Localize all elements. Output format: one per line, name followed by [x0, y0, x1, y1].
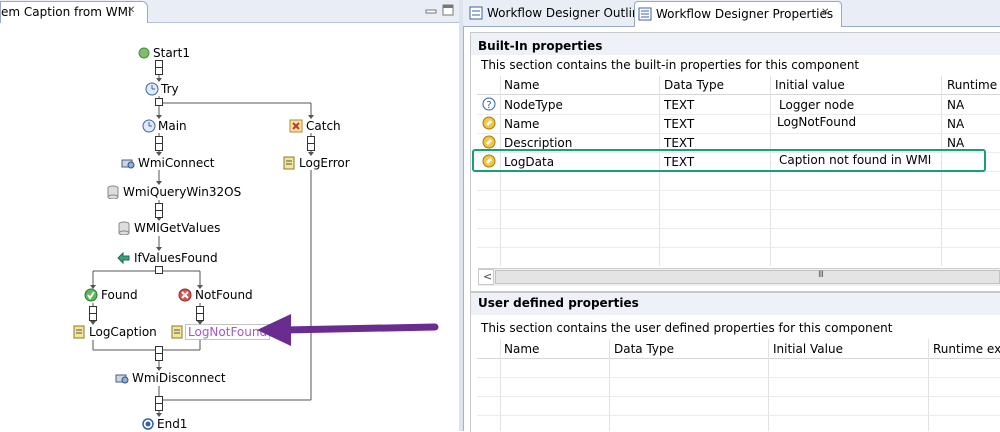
- expand-box[interactable]: [155, 353, 163, 361]
- expand-box[interactable]: [155, 266, 163, 274]
- node-label: LogCaption: [89, 325, 157, 339]
- section-title: User defined properties: [478, 296, 639, 310]
- node-label: Found: [101, 288, 138, 302]
- wmi-disconnect-icon: [115, 374, 129, 384]
- close-icon[interactable]: ✕: [821, 7, 829, 18]
- section-title: Built-In properties: [478, 39, 603, 53]
- table-header: [477, 339, 1000, 359]
- column-header-datatype[interactable]: Data Type: [664, 77, 724, 93]
- row-divider: [477, 247, 1000, 248]
- pane-sash[interactable]: [459, 0, 463, 431]
- node-label: WmiDisconnect: [132, 371, 226, 385]
- expand-box[interactable]: [307, 143, 315, 151]
- node-label: Start1: [153, 46, 190, 60]
- tab-label: Workflow Designer Outline: [487, 6, 647, 20]
- row-divider: [477, 377, 1000, 378]
- edit-property-icon: [482, 116, 496, 130]
- workflow-connectors: [90, 61, 314, 417]
- expand-box[interactable]: [196, 313, 204, 321]
- properties-icon: [638, 7, 652, 21]
- cell-value[interactable]: LogNotFound: [777, 114, 856, 130]
- column-divider: [768, 339, 769, 431]
- end-icon: [142, 418, 154, 430]
- node-label: WmiConnect: [138, 156, 215, 170]
- tab-outline[interactable]: Workflow Designer Outline: [465, 2, 647, 24]
- cell-runtime: NA: [947, 117, 965, 131]
- svg-text:?: ?: [486, 100, 491, 111]
- cell-name: NodeType: [504, 98, 563, 112]
- expand-box[interactable]: [155, 143, 163, 151]
- cell-type: TEXT: [664, 98, 695, 112]
- node-label: NotFound: [195, 288, 253, 302]
- expand-box[interactable]: [155, 403, 163, 411]
- row-divider: [477, 415, 1000, 416]
- expand-box[interactable]: [155, 210, 163, 218]
- database-icon: [107, 185, 119, 199]
- properties-tabbar: Workflow Designer Outline Workflow Desig…: [463, 0, 1000, 27]
- edit-property-icon: [482, 135, 496, 149]
- log-icon: [283, 156, 295, 170]
- chevron-left-icon: <: [483, 270, 493, 283]
- log-icon: [73, 325, 85, 339]
- column-header-name[interactable]: Name: [504, 77, 539, 93]
- section-description: This section contains the user defined p…: [481, 321, 893, 335]
- annotation-arrow-icon: [257, 314, 439, 346]
- error-icon: [178, 288, 192, 302]
- help-icon: ?: [482, 97, 496, 111]
- node-label: IfValuesFound: [134, 251, 218, 265]
- horizontal-scrollbar[interactable]: < III: [478, 268, 1000, 286]
- node-label: WMIGetValues: [134, 221, 221, 235]
- section-description: This section contains the built-in prope…: [481, 58, 860, 72]
- workflow-node-lognotfound[interactable]: LogNotFound: [169, 323, 271, 341]
- row-divider: [477, 190, 1000, 191]
- highlight-box: [472, 149, 986, 172]
- cell-value[interactable]: Logger node: [779, 97, 854, 113]
- node-label: Main: [158, 119, 187, 133]
- node-label: Try: [161, 82, 179, 96]
- workflow-editor: em Caption from WMI ✕ Start1 Try Main Ca…: [0, 0, 460, 431]
- clock-icon: [145, 82, 159, 96]
- scroll-left-button[interactable]: <: [478, 269, 494, 285]
- scroll-thumb[interactable]: III: [495, 270, 1000, 284]
- node-label: LogError: [299, 156, 350, 170]
- column-header-initialvalue[interactable]: Initial Value: [773, 341, 843, 357]
- column-header-runtime[interactable]: Runtime expr: [933, 341, 1000, 357]
- row-divider: [477, 396, 1000, 397]
- check-icon: [84, 288, 98, 302]
- cell-name: Name: [504, 117, 540, 131]
- column-header-datatype[interactable]: Data Type: [614, 341, 674, 357]
- user-defined-table: Name Data Type Initial Value Runtime exp…: [477, 339, 1000, 431]
- tab-label: Workflow Designer Properties: [656, 7, 834, 21]
- start-icon: [138, 47, 150, 59]
- outline-icon: [469, 6, 483, 20]
- scroll-grip-icon: III: [818, 270, 824, 280]
- column-header-initialvalue[interactable]: Initial value: [775, 77, 845, 93]
- node-label: WmiQueryWin32OS: [123, 185, 242, 199]
- table-row[interactable]: ? NodeType TEXT Logger node NA: [477, 95, 1000, 114]
- catch-icon: [289, 119, 303, 133]
- expand-box[interactable]: [89, 313, 97, 321]
- column-header-name[interactable]: Name: [504, 341, 539, 357]
- database-icon: [118, 221, 130, 235]
- column-divider: [500, 339, 501, 431]
- column-header-runtime[interactable]: Runtime e: [947, 77, 1000, 93]
- node-label: Catch: [306, 119, 341, 133]
- row-divider: [477, 228, 1000, 229]
- wmi-connect-icon: [121, 159, 135, 169]
- clock-icon: [142, 119, 156, 133]
- log-icon: [171, 325, 183, 339]
- expand-box[interactable]: [155, 98, 163, 106]
- cell-type: TEXT: [664, 117, 695, 131]
- table-row[interactable]: Name TEXT LogNotFound NA: [477, 114, 1000, 133]
- cell-runtime: NA: [947, 98, 965, 112]
- table-header: [477, 76, 1000, 95]
- tab-properties[interactable]: Workflow Designer Properties ✕: [634, 1, 842, 27]
- expand-box[interactable]: [155, 67, 163, 75]
- node-label: End1: [157, 417, 188, 431]
- branch-icon: [117, 251, 130, 265]
- row-divider: [477, 209, 1000, 210]
- column-divider: [928, 339, 929, 431]
- column-divider: [609, 339, 610, 431]
